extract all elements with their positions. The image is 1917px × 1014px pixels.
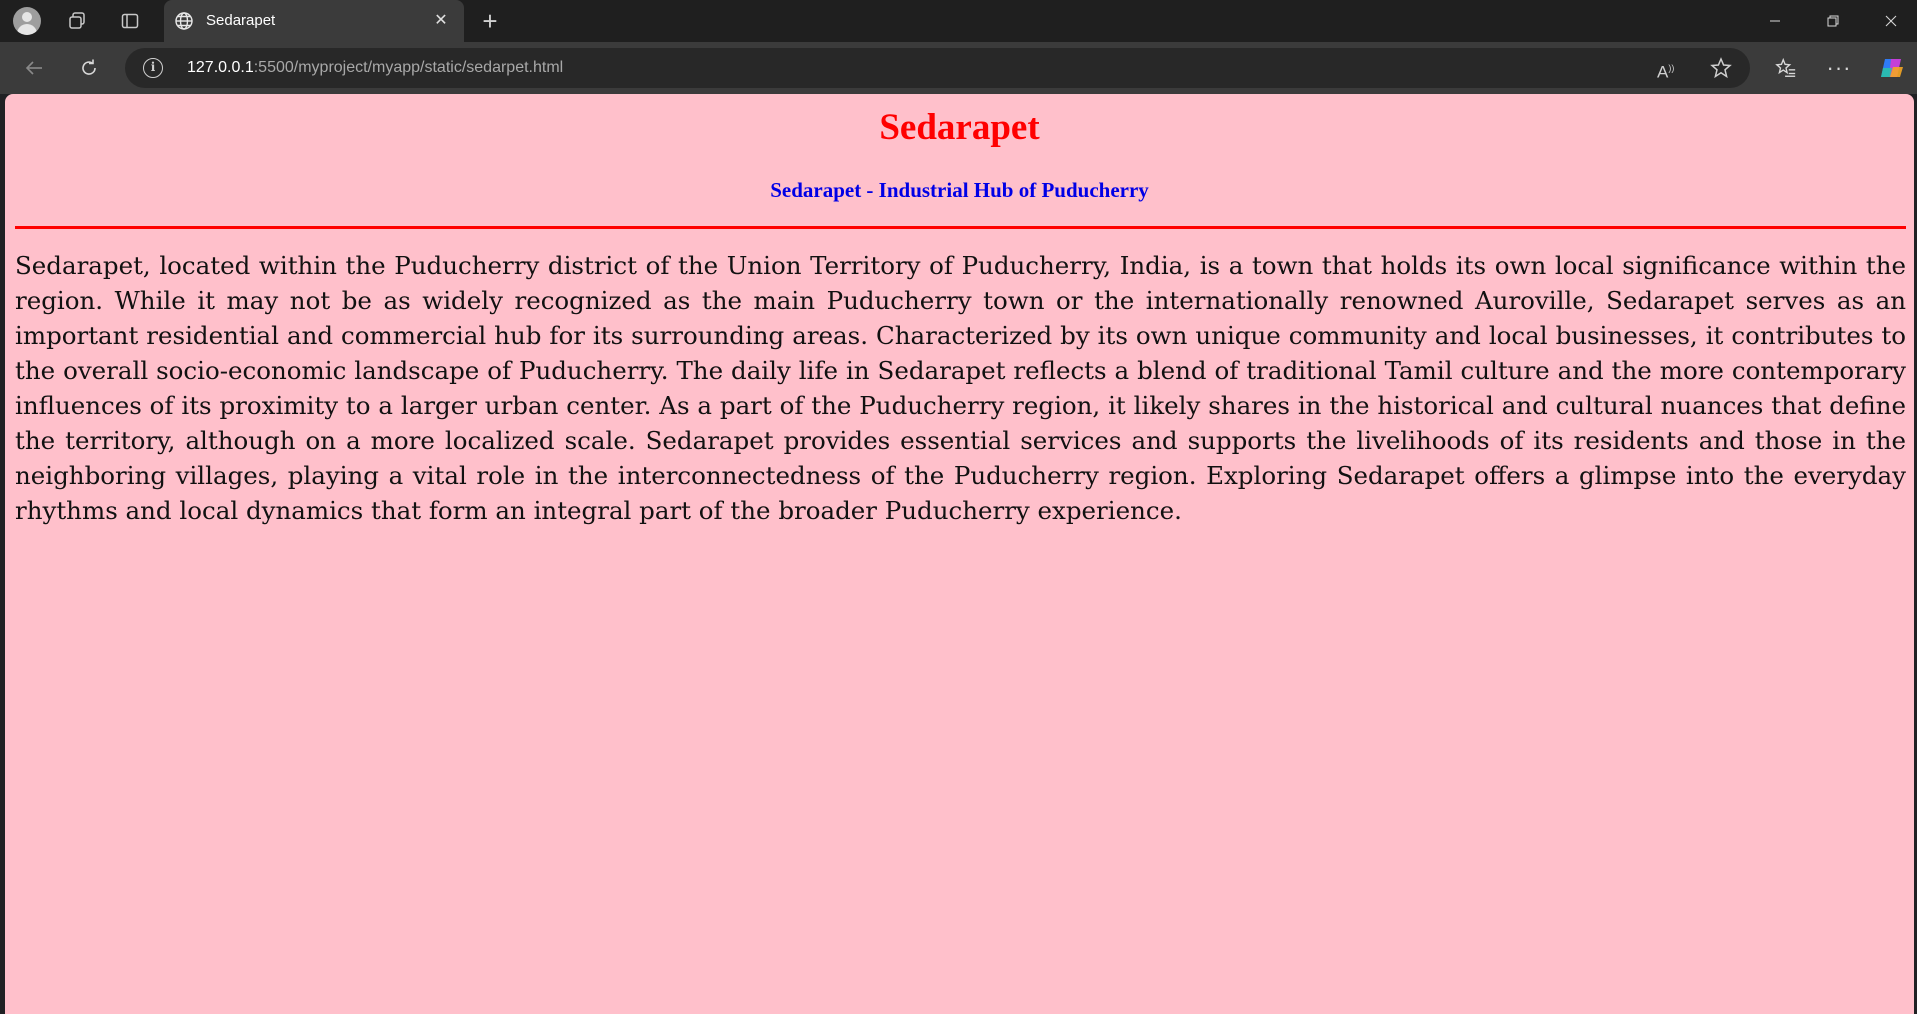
workspaces-icon	[69, 12, 85, 29]
info-icon[interactable]: i	[143, 58, 163, 78]
minimize-button[interactable]	[1746, 0, 1804, 42]
new-tab-button[interactable]: +	[476, 8, 504, 36]
copilot-button[interactable]	[1876, 52, 1908, 84]
tab-title: Sedarapet	[206, 12, 276, 29]
back-button[interactable]	[18, 52, 50, 84]
address-bar[interactable]: i 127.0.0.1:5500/myproject/myapp/static/…	[125, 48, 1750, 88]
copilot-icon	[1881, 59, 1903, 77]
url-path: :5500/myproject/myapp/static/sedarpet.ht…	[253, 59, 564, 76]
minimize-icon	[1770, 20, 1780, 22]
tab-actions-button[interactable]	[115, 6, 145, 36]
close-icon	[1885, 15, 1897, 27]
horizontal-rule	[15, 226, 1906, 229]
favorites-list-icon	[1775, 57, 1796, 77]
url-text[interactable]: 127.0.0.1:5500/myproject/myapp/static/se…	[187, 59, 563, 77]
tab-sedarapet[interactable]: Sedarapet ✕	[164, 0, 464, 42]
restore-icon	[1827, 15, 1839, 27]
browser-title-bar: Sedarapet ✕ +	[0, 0, 1917, 42]
reload-button[interactable]	[73, 52, 105, 84]
url-host: 127.0.0.1	[187, 59, 254, 76]
page-title: Sedarapet	[879, 107, 1040, 148]
page-subtitle: Sedarapet - Industrial Hub of Puducherry	[770, 178, 1149, 202]
back-arrow-icon	[25, 61, 42, 75]
vertical-tabs-icon	[121, 13, 139, 29]
star-icon[interactable]	[1709, 56, 1733, 80]
workspaces-button[interactable]	[62, 6, 92, 36]
read-aloud-icon[interactable]: A))	[1657, 57, 1681, 82]
more-icon: ···	[1826, 55, 1852, 80]
page-viewport: Sedarapet Sedarapet - Industrial Hub of …	[5, 94, 1914, 1014]
globe-icon	[175, 12, 193, 30]
profile-avatar[interactable]	[12, 6, 42, 36]
tab-close-icon[interactable]: ✕	[430, 10, 452, 32]
window-close-button[interactable]	[1862, 0, 1917, 42]
favorites-button[interactable]	[1770, 52, 1802, 84]
page-paragraph: Sedarapet, located within the Puducherry…	[15, 251, 1906, 525]
browser-toolbar: i 127.0.0.1:5500/myproject/myapp/static/…	[0, 42, 1917, 94]
restore-button[interactable]	[1804, 0, 1862, 42]
settings-more-button[interactable]: ···	[1823, 52, 1855, 84]
plus-icon: +	[482, 6, 498, 36]
avatar-icon	[13, 7, 41, 35]
reload-icon	[82, 59, 96, 75]
